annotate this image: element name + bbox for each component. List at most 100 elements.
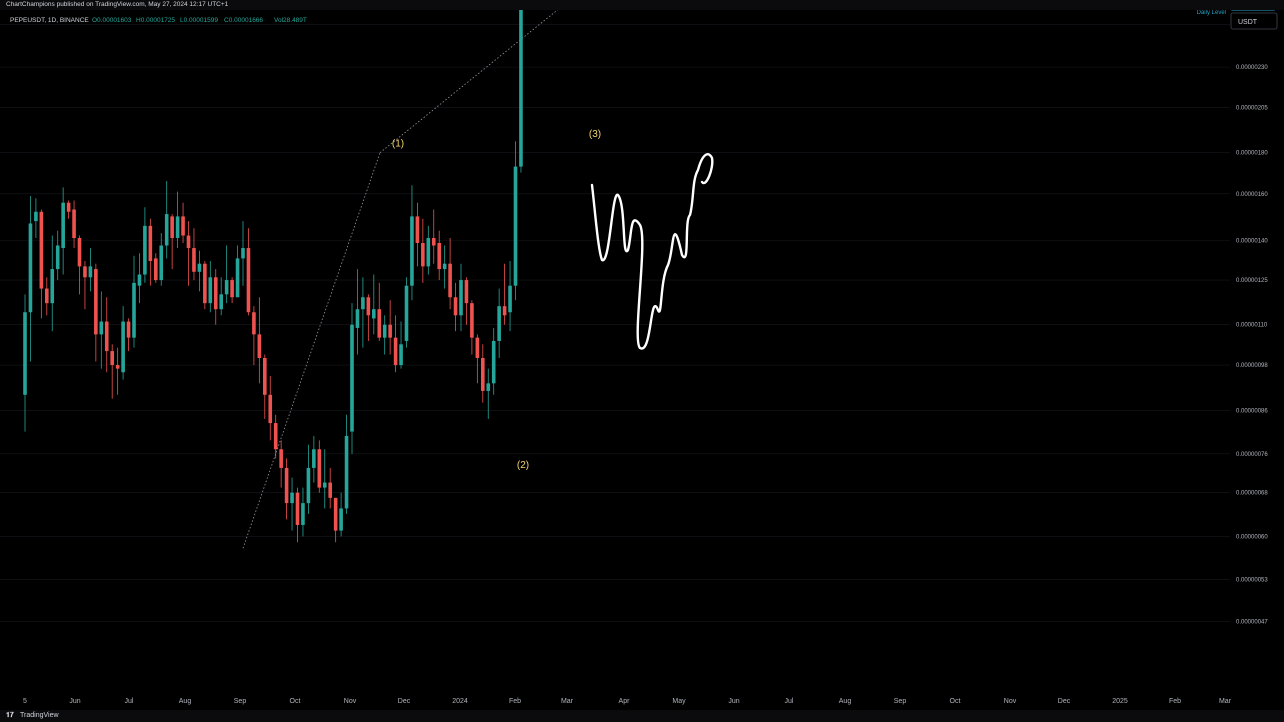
candle-body [399, 344, 403, 366]
time-tick-label: Jul [125, 698, 134, 705]
candle-body [306, 467, 311, 504]
price-tick-label: 0.00000205 [1236, 105, 1268, 111]
candle-body [164, 214, 169, 246]
candle-body [99, 321, 104, 335]
trend-line-lower [242, 152, 381, 549]
candle-body [519, 0, 523, 167]
brand-label[interactable]: TradingView [20, 710, 59, 722]
candle-body [28, 223, 33, 313]
candle-body [50, 269, 55, 304]
time-tick-label: 2025 [1112, 698, 1128, 705]
candle-body [431, 238, 436, 246]
price-axis[interactable]: 0.000022000.000019000.000015000.00001300… [1230, 1, 1284, 710]
candle-body [513, 166, 518, 286]
time-tick-label: Oct [290, 698, 301, 705]
candle-body [448, 263, 452, 298]
legend-low: L0.00001599 [180, 17, 218, 24]
candle-body [312, 449, 316, 468]
candle-body [333, 497, 338, 531]
candle-body [115, 365, 120, 369]
price-tick-label: 0.00000053 [1236, 578, 1268, 584]
price-tick-label: 0.00000160 [1236, 192, 1268, 198]
candle-body [268, 394, 273, 424]
time-tick-label: Aug [839, 698, 852, 705]
legend-symbol: PEPEUSDT, 1D, BINANCE [10, 17, 89, 24]
candle-body [132, 282, 136, 338]
candle-body [88, 266, 93, 278]
price-axis-bg [1230, 10, 1284, 710]
candle-body [284, 467, 289, 504]
time-tick-label: Mar [561, 698, 574, 705]
candle-body [208, 277, 213, 304]
publish-header: ChartChampions published on TradingView.… [0, 0, 1284, 10]
candle-body [322, 482, 327, 488]
time-tick-label: Mar [1219, 698, 1232, 705]
legend-volume: Vol28.489T [274, 17, 307, 24]
candle-body [404, 285, 409, 341]
price-tick-label: 0.00000098 [1236, 363, 1268, 369]
candle-body [110, 351, 114, 366]
candle-body [203, 263, 207, 304]
candle-body [257, 334, 262, 358]
time-axis[interactable]: 5 Jun Jul Aug Sep Oct Nov Dec 2024 Feb Mar Apr May Ju… [23, 698, 1232, 705]
candle-body [388, 324, 392, 338]
tradingview-logo-icon[interactable]: 𝟏𝟕 [6, 710, 14, 722]
candle-body [246, 248, 251, 313]
price-tick-label: 0.00000068 [1236, 491, 1268, 497]
candle-body [235, 258, 240, 298]
candle-body [159, 245, 164, 281]
candle-body [470, 303, 474, 338]
price-chart[interactable]: (0.00001940)Daily LevelMonthly LevelWeek… [0, 0, 1284, 710]
legend-open: O0.00001603 [92, 17, 132, 24]
currency-button-label[interactable]: USDT [1238, 19, 1258, 26]
wave-label: (3) [589, 129, 601, 140]
trend-line-upper [379, 0, 571, 154]
price-tick-label: 0.00000076 [1236, 452, 1268, 458]
candle-body [415, 216, 420, 243]
candle-body [137, 274, 142, 286]
candle-body [61, 202, 65, 249]
legend-high: H0.00001725 [136, 17, 175, 24]
price-tick-label: 0.00000047 [1236, 620, 1268, 626]
time-tick-label: Feb [1169, 698, 1181, 705]
candle-body [339, 508, 343, 531]
candle-body [143, 225, 147, 275]
time-tick-label: Sep [894, 698, 907, 705]
candle-body [464, 280, 469, 304]
candle-body [66, 202, 71, 212]
time-tick-label: Jun [728, 698, 739, 705]
candle-body [263, 358, 267, 395]
candle-body [77, 238, 82, 267]
candle-body [104, 321, 109, 352]
candle-body [328, 482, 332, 498]
candle-body [361, 297, 365, 310]
candle-body [126, 321, 131, 338]
candle-body [497, 306, 501, 341]
candle-body [372, 309, 376, 319]
candle-body [442, 263, 447, 270]
candle-body [344, 435, 349, 509]
time-tick-label: 2024 [452, 698, 468, 705]
candle-body [94, 269, 98, 335]
candle-body [72, 209, 76, 239]
candle-body [148, 225, 153, 262]
candle-body [230, 280, 234, 298]
candle-body [219, 294, 223, 310]
candle-body [295, 492, 300, 525]
time-tick-label: Sep [234, 698, 247, 705]
chart-canvas[interactable]: (0.00001940)Daily LevelMonthly LevelWeek… [0, 0, 1284, 710]
time-tick-label: Aug [179, 698, 192, 705]
candle-body [366, 297, 371, 316]
candle-body [279, 449, 283, 468]
time-tick-label: Feb [509, 698, 521, 705]
candle-body [377, 309, 382, 338]
price-tick-label: 0.00000086 [1236, 409, 1268, 415]
time-tick-label: Dec [398, 698, 411, 705]
candle-body [421, 242, 425, 267]
candle-body [224, 280, 229, 295]
time-tick-label: May [672, 698, 686, 705]
candle-body [252, 312, 256, 335]
hand-drawing [590, 153, 714, 350]
candle-body [121, 321, 125, 373]
candle-body [491, 340, 496, 384]
